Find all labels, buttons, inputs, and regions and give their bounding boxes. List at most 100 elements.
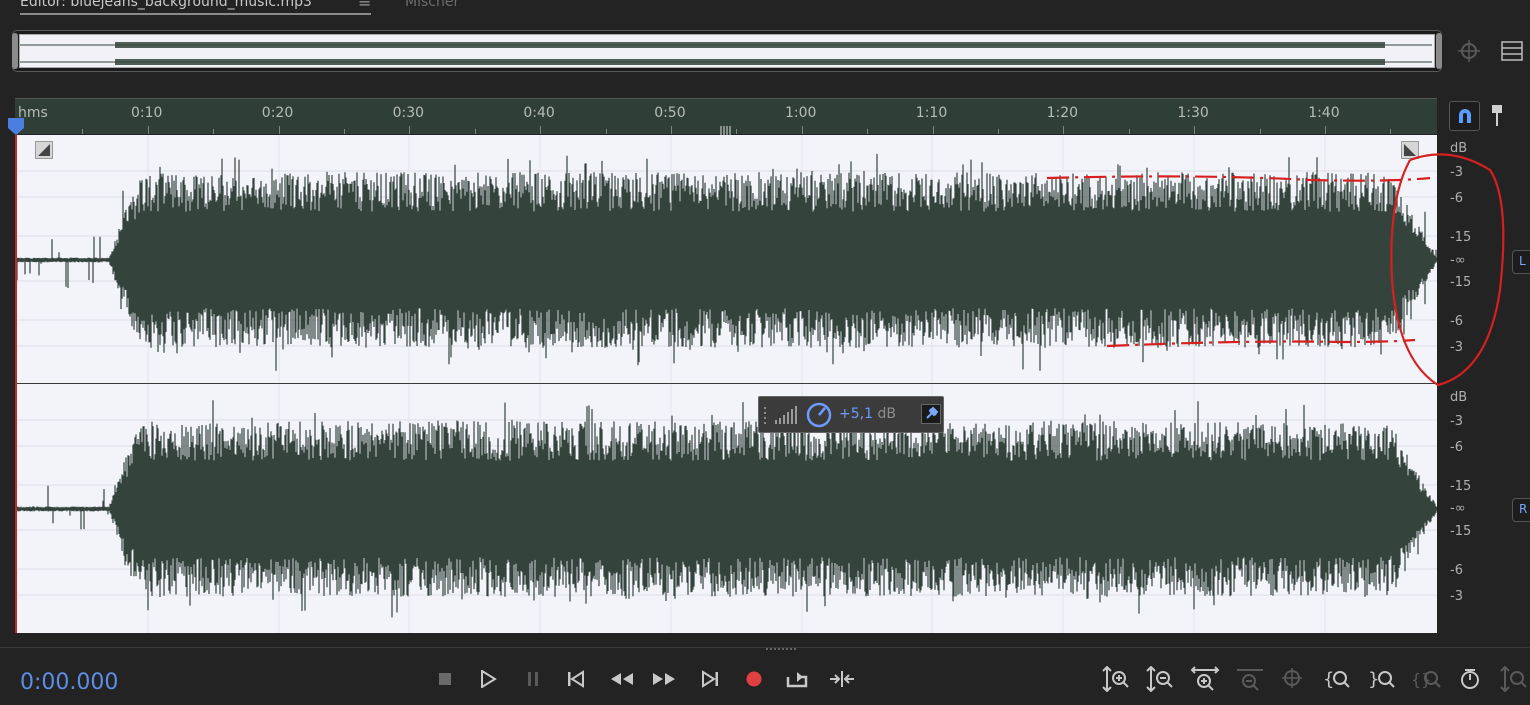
play-button[interactable] [472,664,504,694]
ruler-tick [932,126,934,134]
skip-selection-icon [830,671,854,687]
zoom-in-left-edge-icon: { [1323,669,1350,690]
zoom-in-right-button[interactable]: } [1365,664,1401,694]
db-label-right: -15 [1450,479,1472,494]
zoom-in-time-icon [1190,666,1220,691]
ruler-tick [867,129,869,134]
db-label-left: -∞ [1450,253,1466,268]
ruler-label: 1:40 [1308,105,1340,121]
db-label-right: -3 [1450,589,1463,604]
gain-value-number: +5,1 [839,406,873,422]
waveform-svg [17,135,1437,633]
snap-magnet-button[interactable] [1449,101,1480,131]
skip-to-end-icon [702,670,718,688]
ruler-label: 0:50 [654,105,686,121]
ruler-label: 0:30 [392,105,425,121]
marker-pin-icon[interactable] [1490,104,1504,128]
db-label-left: -3 [1450,165,1463,180]
record-button[interactable] [738,664,770,694]
gain-value-unit: dB [877,406,896,422]
zoom-selection-icon [1282,668,1302,688]
pin-hud-button[interactable] [921,404,941,424]
rewind-button[interactable] [606,664,638,694]
overview-navigator[interactable] [12,30,1442,72]
db-unit-label: dB [1450,141,1468,156]
tab-menu-icon[interactable]: ≡ [358,0,371,11]
zoom-out-full-button[interactable]: {} [1408,664,1444,694]
channel-right-tag[interactable]: R [1512,498,1530,522]
skip-selection-button[interactable] [826,664,858,694]
db-label-left: -6 [1450,314,1463,329]
zoom-navigator-icon[interactable] [1456,38,1484,66]
channel-left-tag[interactable]: L [1512,250,1530,274]
db-scale: dB dB -3 -6 -15 -∞ -15 -6 -3 -3 -6 -15 -∞ -15 -6 -3 [1438,135,1484,633]
loop-icon [786,672,808,688]
waveform-display[interactable] [15,135,1437,633]
zoom-in-amplitude-icon [1102,666,1129,692]
zoom-out-amplitude-button[interactable] [1142,664,1178,694]
ruler-tick [213,129,215,134]
gain-knob-icon[interactable] [805,401,833,429]
overview-wave-svg [20,42,1432,65]
ruler-tick [998,129,999,134]
fade-out-handle[interactable] [1401,141,1419,159]
stop-button[interactable] [429,664,461,694]
zoom-out-time-button[interactable] [1232,664,1268,694]
current-time-display[interactable]: 0:00.000 [20,670,118,695]
ruler-tick [1063,126,1065,134]
transport-divider [0,647,1530,648]
svg-text:}: } [1368,669,1379,690]
fade-in-handle[interactable] [35,141,53,159]
ruler-label: 0:20 [261,105,294,121]
ruler-tick [344,129,345,134]
zoom-in-left-button[interactable]: { [1320,664,1356,694]
tab-editor[interactable]: Editor: bluejeans_background_music.mp3 [20,0,312,10]
db-label-right: -6 [1450,440,1463,455]
zoom-reset-button[interactable] [1452,664,1488,694]
zoom-in-amplitude-button[interactable] [1098,664,1134,694]
db-label-left: -15 [1450,230,1472,245]
gain-hud[interactable]: +5,1 dB [758,396,944,433]
ruler-tick [474,129,476,134]
db-label-right: -∞ [1450,501,1466,516]
overview-waveform[interactable] [19,34,1435,68]
ruler-tick [147,126,149,134]
rewind-icon [611,673,633,685]
magnet-icon [1458,109,1471,123]
playhead-icon[interactable] [7,116,25,136]
loop-playback-button[interactable] [781,664,813,694]
panel-resize-grip[interactable] [764,639,800,650]
ruler-tick [801,126,803,134]
go-to-end-button[interactable] [694,664,726,694]
ruler-label: 0:40 [523,105,555,121]
ruler-tick [278,126,280,134]
ruler-tick [1259,129,1261,134]
zoom-all-amplitude-icon [1500,666,1527,692]
zoom-in-time-button[interactable] [1187,664,1223,694]
zoom-all-amplitude-button[interactable] [1496,664,1530,694]
ruler-label: 1:00 [785,105,817,121]
zoom-selection-button[interactable] [1275,664,1311,694]
ruler-label: 1:30 [1177,105,1209,121]
zoom-out-amplitude-icon [1146,666,1173,692]
play-icon [481,670,497,688]
pause-button[interactable] [517,664,549,694]
pause-icon [528,672,538,686]
db-label-right: -15 [1450,524,1472,539]
tab-editor-underline [20,13,371,15]
panel-menu-icon[interactable] [1500,40,1524,62]
ruler-label: 1:10 [915,105,948,121]
overview-left-handle[interactable] [12,33,18,69]
playhead-marker-grip[interactable] [719,121,733,136]
ruler-tick [1390,129,1392,134]
tab-mixer[interactable]: Mischer [405,0,459,10]
time-ruler[interactable]: hms 0:10 0:20 0:30 0:40 0:50 1:00 1:10 1:20 1:30… [15,98,1437,136]
fast-forward-button[interactable] [648,664,680,694]
ruler-tick [1325,126,1326,134]
go-to-start-button[interactable] [560,664,592,694]
db-label-left: -15 [1450,275,1472,290]
zoom-reset-icon [1461,669,1479,689]
ruler-tick [540,126,542,134]
ruler-tick [736,129,738,134]
overview-right-handle[interactable] [1436,33,1442,69]
